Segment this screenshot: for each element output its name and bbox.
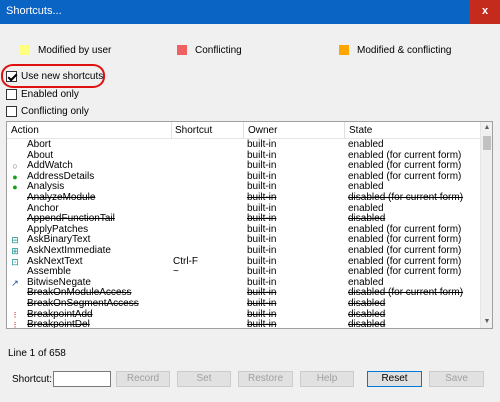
- column-header-shortcut[interactable]: Shortcut: [175, 125, 212, 136]
- column-divider[interactable]: [171, 122, 172, 139]
- legend-label: Modified & conflicting: [357, 44, 452, 56]
- scroll-up-icon[interactable]: ▲: [481, 122, 492, 134]
- cell-action: AnalyzeModule: [27, 191, 96, 203]
- set-button[interactable]: Set: [177, 371, 231, 387]
- breakpoint-del-icon: ⁝: [13, 320, 17, 329]
- table-row[interactable]: Abort built-in enabled: [7, 139, 482, 151]
- binary-text-icon: ⊟: [11, 235, 19, 246]
- checkbox-label: Use new shortcuts: [21, 70, 104, 82]
- analysis-icon: ●: [12, 182, 18, 193]
- table-row[interactable]: BreakOnSegmentAccess built-in disabled: [7, 297, 482, 310]
- legend-swatch-red: [177, 45, 187, 55]
- column-divider[interactable]: [243, 122, 244, 139]
- scroll-down-icon[interactable]: ▼: [481, 316, 492, 328]
- use-new-shortcuts-checkbox[interactable]: Use new shortcuts: [6, 69, 103, 83]
- legend-label: Modified by user: [38, 44, 112, 56]
- column-header-owner[interactable]: Owner: [248, 125, 277, 136]
- address-icon: ●: [12, 171, 18, 182]
- watch-icon: ○: [12, 161, 18, 172]
- status-line: Line 1 of 658: [8, 348, 66, 359]
- list-rows: Abort built-in enabled About built-in enabled…: [7, 139, 482, 329]
- close-button[interactable]: x: [470, 0, 500, 24]
- breakpoint-add-icon: ⁝: [13, 309, 17, 320]
- cell-state: disabled (for current form): [348, 191, 464, 203]
- table-row[interactable]: ⁝ BreakpointDel built-in disabled: [7, 319, 482, 329]
- next-text-icon: ⊡: [11, 256, 19, 267]
- table-row[interactable]: ● AddressDetails built-in enabled (for curr…: [7, 171, 482, 183]
- close-icon: x: [481, 5, 489, 17]
- bottom-bar: Shortcut: Record Set Restore Help Reset …: [0, 368, 500, 390]
- table-row[interactable]: AnalyzeModule built-in disabled (for curre…: [7, 191, 482, 204]
- cell-action: AskNextImmediate: [27, 244, 111, 256]
- record-button[interactable]: Record: [116, 371, 170, 387]
- checkbox-label: Conflicting only: [21, 105, 89, 117]
- shortcut-label: Shortcut:: [12, 374, 53, 385]
- save-button[interactable]: Save: [429, 371, 484, 387]
- cell-owner: built-in: [247, 139, 277, 150]
- cell-state: enabled: [348, 139, 384, 150]
- checkbox-box[interactable]: [6, 105, 17, 117]
- cell-state: disabled: [348, 319, 386, 329]
- scrollbar-thumb[interactable]: [483, 136, 491, 150]
- column-header-state[interactable]: State: [349, 125, 372, 136]
- cell-owner: built-in: [247, 244, 277, 256]
- reset-button[interactable]: Reset: [367, 371, 422, 387]
- legend-modified-conflicting: Modified & conflicting: [339, 44, 452, 56]
- cell-state: enabled (for current form): [348, 244, 462, 256]
- bitwise-negate-icon: ↗: [11, 277, 19, 288]
- restore-button[interactable]: Restore: [238, 371, 293, 387]
- legend-label: Conflicting: [195, 44, 242, 56]
- legend-swatch-yellow: [20, 45, 30, 55]
- cell-action: BreakOnSegmentAccess: [27, 297, 139, 309]
- window-title: Shortcuts...: [6, 5, 62, 17]
- cell-action: Abort: [27, 139, 51, 150]
- cell-action: BreakpointDel: [27, 319, 90, 329]
- checkbox-label: Enabled only: [21, 88, 79, 100]
- help-button[interactable]: Help: [300, 371, 354, 387]
- conflicting-only-checkbox[interactable]: Conflicting only: [6, 104, 89, 118]
- enabled-only-checkbox[interactable]: Enabled only: [6, 87, 79, 101]
- legend-modified-by-user: Modified by user: [20, 44, 111, 56]
- column-divider[interactable]: [344, 122, 345, 139]
- vertical-scrollbar[interactable]: ▲ ▼: [480, 122, 492, 328]
- table-row[interactable]: ⊞ AskNextImmediate built-in enabled (for cu…: [7, 244, 482, 257]
- legend-conflicting: Conflicting: [177, 44, 242, 56]
- next-immediate-icon: ⊞: [11, 245, 19, 256]
- legend-swatch-orange: [339, 45, 349, 55]
- title-bar: Shortcuts... x: [0, 0, 500, 24]
- cell-owner: built-in: [247, 297, 277, 309]
- cell-owner: built-in: [247, 319, 277, 329]
- shortcuts-list[interactable]: Action Shortcut Owner State Abort built-i…: [6, 121, 493, 329]
- cell-shortcut: ~: [173, 266, 179, 278]
- cell-state: disabled: [348, 297, 386, 309]
- checkbox-box[interactable]: [6, 88, 17, 100]
- column-header-action[interactable]: Action: [11, 125, 39, 136]
- list-header: Action Shortcut Owner State: [7, 122, 482, 139]
- shortcut-input[interactable]: [53, 371, 111, 387]
- cell-owner: built-in: [247, 191, 277, 203]
- checkbox-box[interactable]: [6, 70, 17, 82]
